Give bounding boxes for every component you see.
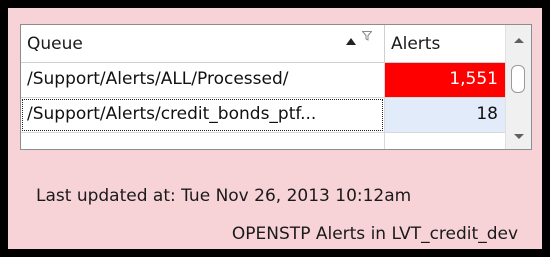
scroll-thumb[interactable] [511,65,525,93]
column-header-alerts[interactable]: Alerts [385,25,505,62]
grid-header: Queue Alerts [21,25,505,63]
last-updated-text: Last updated at: Tue Nov 26, 2013 10:12a… [36,186,412,206]
source-label: OPENSTP Alerts in LVT_credit_dev [231,224,518,244]
table-row[interactable]: /Support/Alerts/ALL/Processed/ 1,551 [21,63,505,98]
scroll-up-arrow-icon[interactable] [514,38,524,43]
queue-cell[interactable]: /Support/Alerts/ALL/Processed/ [21,63,385,97]
filter-icon[interactable] [362,31,372,41]
vertical-scrollbar[interactable] [505,25,531,149]
alerts-count-text: 1,551 [449,69,498,89]
queue-grid: Queue Alerts /Support/Alerts/ALL/Process… [20,24,532,150]
alerts-count-text: 18 [476,104,498,124]
alerts-panel: Queue Alerts /Support/Alerts/ALL/Process… [8,8,542,249]
queue-cell-empty [21,133,385,149]
alerts-count-cell[interactable]: 1,551 [385,63,505,97]
sort-ascending-icon[interactable] [346,38,356,45]
table-row[interactable]: /Support/Alerts/credit_bonds_ptf... 18 [21,98,505,133]
scroll-down-arrow-icon[interactable] [514,134,524,139]
queue-cell-text: /Support/Alerts/ALL/Processed/ [27,69,289,89]
queue-cell-text: /Support/Alerts/credit_bonds_ptf... [27,104,317,124]
alerts-count-cell[interactable]: 18 [385,98,505,132]
column-header-queue[interactable]: Queue [21,25,385,62]
table-row-partial [21,133,505,149]
alerts-cell-empty [385,133,505,149]
queue-cell[interactable]: /Support/Alerts/credit_bonds_ptf... [21,98,385,132]
column-header-alerts-label: Alerts [391,34,441,54]
column-header-queue-label: Queue [27,34,83,54]
